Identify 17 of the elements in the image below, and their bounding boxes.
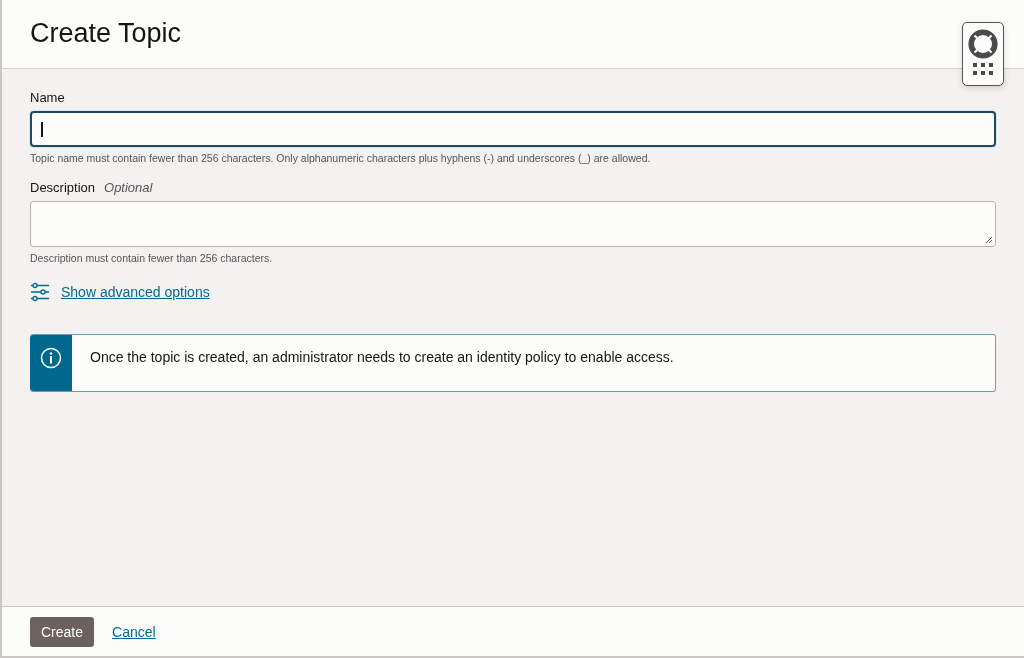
apps-grid-icon	[973, 63, 993, 76]
lifebuoy-icon	[968, 29, 998, 59]
cancel-link[interactable]: Cancel	[112, 623, 156, 640]
info-message: Once the topic is created, an administrator needs to create an identity policy to enable access.	[89, 348, 674, 367]
optional-tag: Optional	[104, 180, 153, 195]
help-text: Topic name must contain fewer than 256 characters. Only alphanumeric characters plus hyphens (-) and underscores (_) are allowed.	[30, 152, 652, 164]
show-advanced-options-link[interactable]: Show advanced options	[61, 284, 210, 300]
field-label: Description	[30, 180, 96, 195]
help-text: Description must contain fewer than 256 characters.	[30, 252, 274, 264]
dialog-title: Create Topic	[30, 18, 182, 49]
help-widget[interactable]	[962, 22, 1004, 86]
resize-grip-icon[interactable]	[985, 236, 993, 244]
sliders-icon[interactable]	[30, 282, 50, 302]
name-input-field[interactable]	[30, 111, 996, 147]
create-button[interactable]: Create	[30, 616, 95, 647]
field-label: Name	[30, 90, 65, 105]
info-icon	[40, 347, 62, 369]
